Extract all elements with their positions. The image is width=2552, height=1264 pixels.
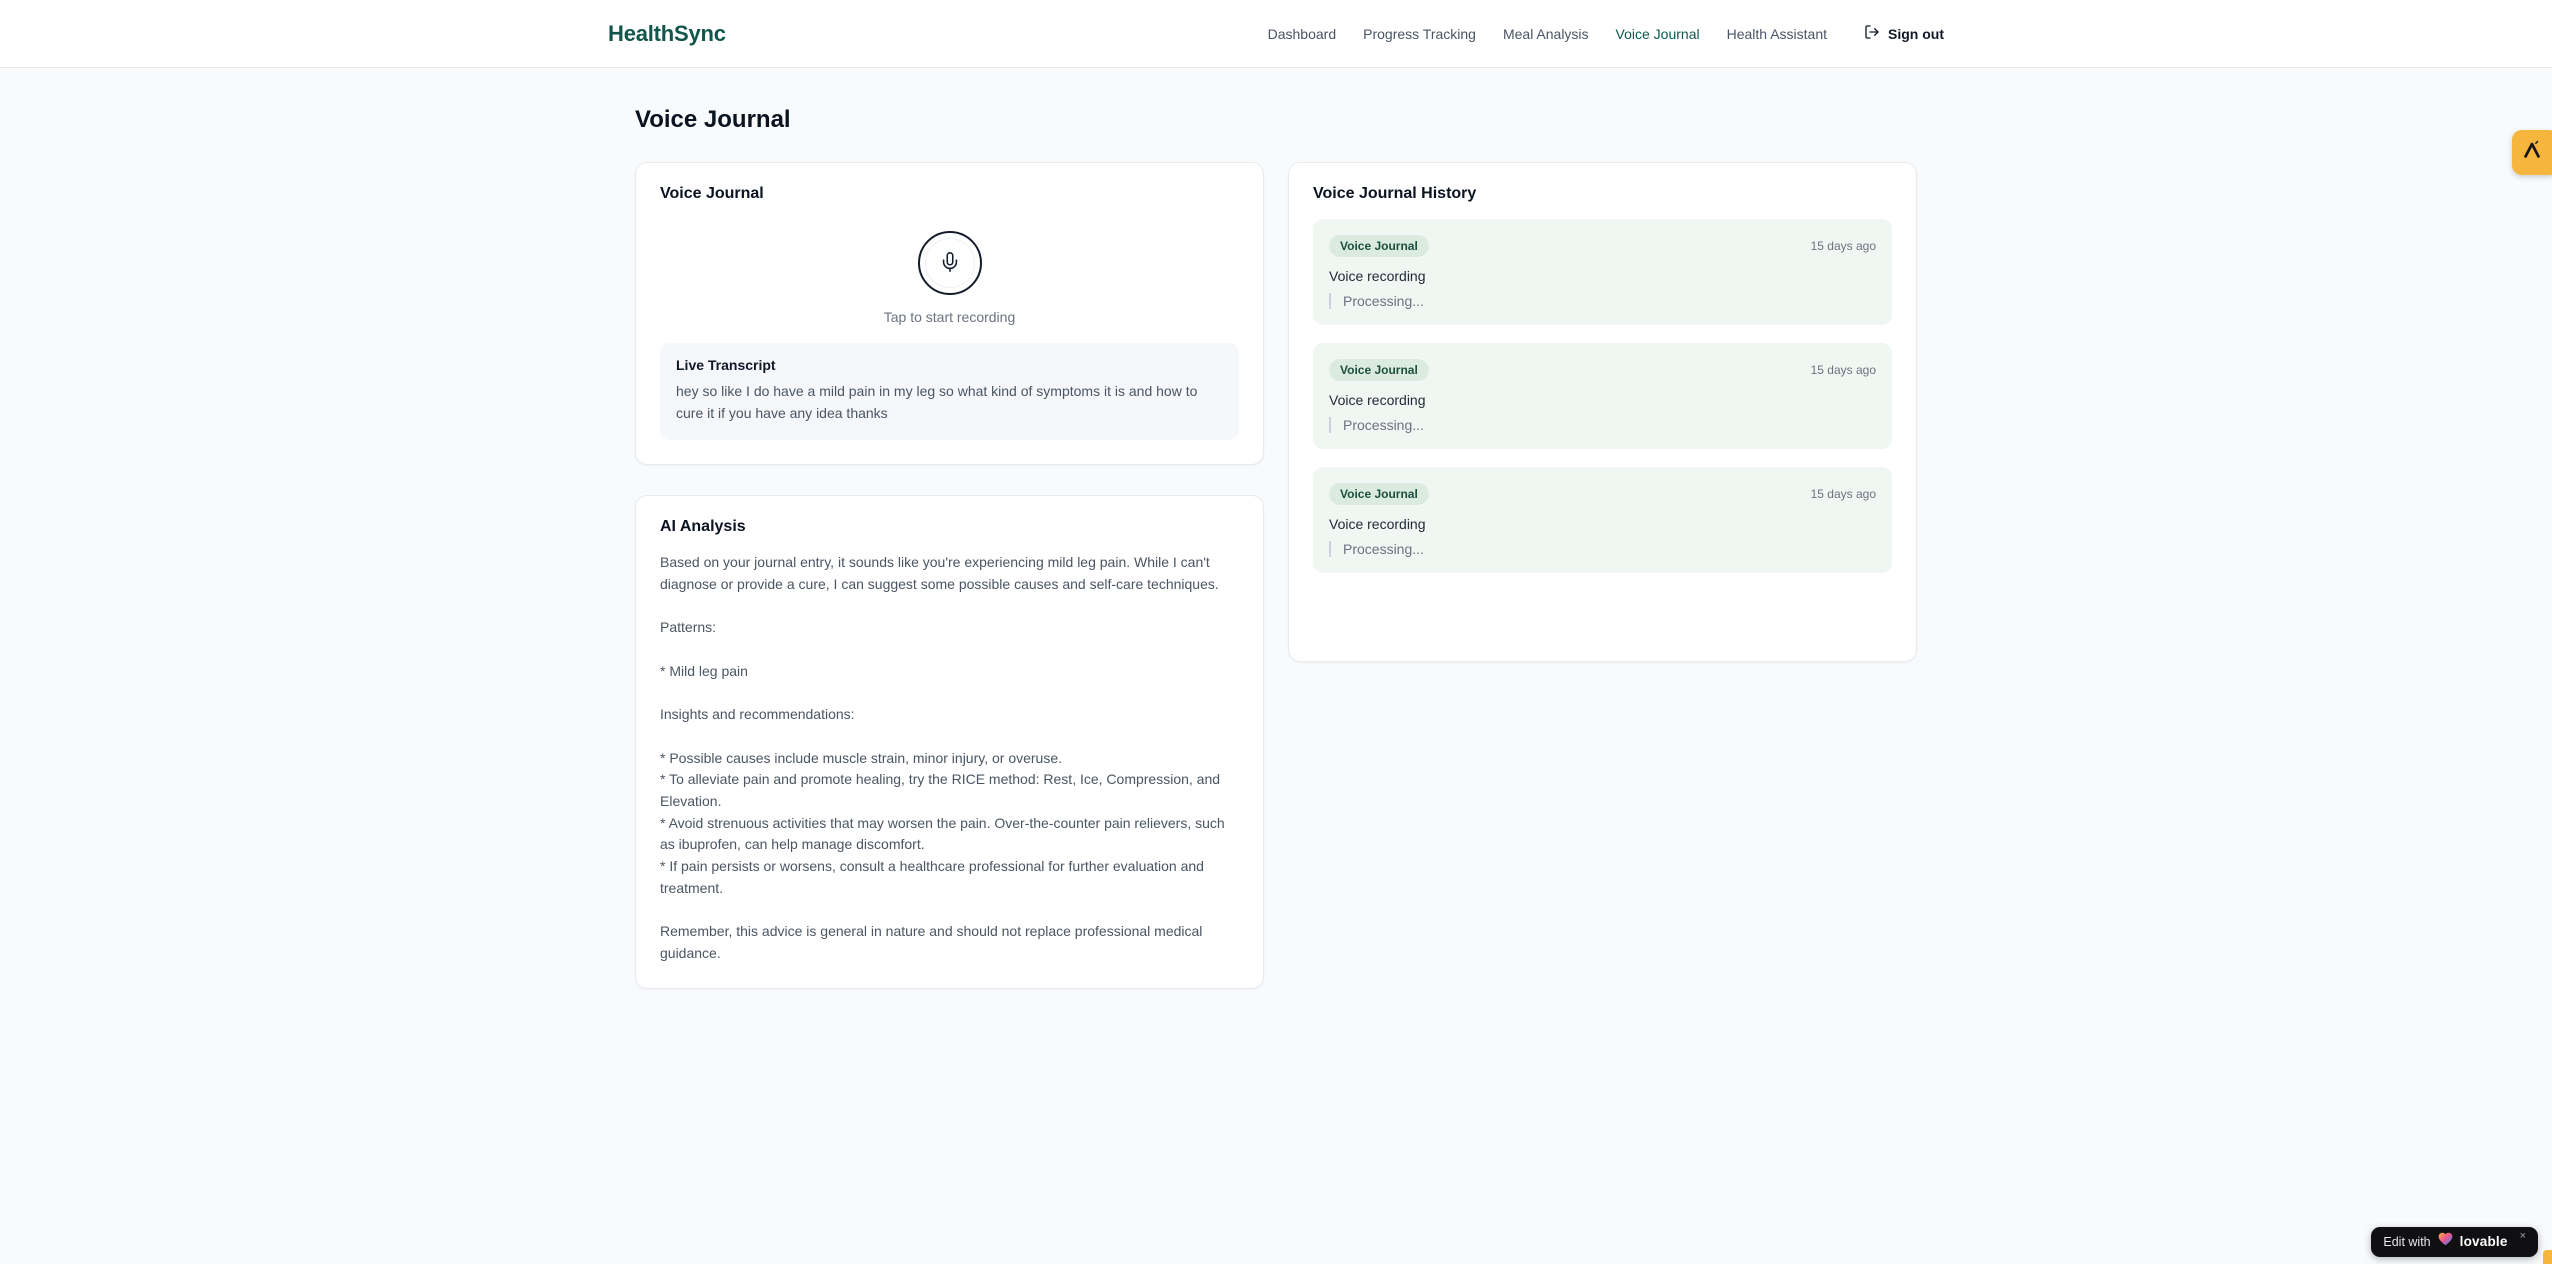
entry-status: Processing...: [1329, 541, 1876, 557]
brand-logo[interactable]: HealthSync: [608, 21, 726, 47]
record-button[interactable]: [917, 231, 982, 295]
nav-voice-journal[interactable]: Voice Journal: [1616, 26, 1700, 42]
entry-type-badge: Voice Journal: [1329, 359, 1429, 381]
edit-with-label: Edit with: [2383, 1234, 2431, 1249]
entry-type-badge: Voice Journal: [1329, 483, 1429, 505]
main-nav: Dashboard Progress Tracking Meal Analysi…: [1268, 24, 1944, 43]
lovable-badge-icon: [2521, 139, 2550, 166]
history-entry[interactable]: Voice Journal 15 days ago Voice recordin…: [1313, 219, 1892, 325]
voice-journal-card-title: Voice Journal: [660, 185, 764, 202]
entry-timestamp: 15 days ago: [1810, 363, 1876, 377]
page-title: Voice Journal: [635, 106, 791, 133]
ai-analysis-card-title: AI Analysis: [660, 518, 746, 536]
live-transcript-text: hey so like I do have a mild pain in my …: [676, 383, 1198, 421]
live-transcript-box: Live Transcript hey so like I do have a …: [660, 343, 1239, 441]
nav-health-assistant[interactable]: Health Assistant: [1727, 26, 1827, 42]
entry-status: Processing...: [1329, 293, 1876, 309]
lovable-edit-badge[interactable]: Edit with lovable ×: [2371, 1227, 2538, 1257]
close-icon[interactable]: ×: [2520, 1230, 2526, 1242]
log-out-icon: [1864, 24, 1880, 43]
nav-dashboard[interactable]: Dashboard: [1268, 26, 1337, 42]
top-nav: HealthSync Dashboard Progress Tracking M…: [0, 0, 2552, 68]
sign-out-label: Sign out: [1888, 25, 1944, 42]
mic-icon: [939, 251, 961, 276]
lovable-side-badge[interactable]: [2512, 130, 2552, 175]
history-card-title: Voice Journal History: [1313, 185, 1477, 202]
lovable-brand-label: lovable: [2459, 1234, 2508, 1249]
corner-fragment: [2543, 1250, 2552, 1264]
history-entry[interactable]: Voice Journal 15 days ago Voice recordin…: [1313, 467, 1892, 573]
voice-journal-history-card: Voice Journal History Voice Journal 15 d…: [1288, 162, 1917, 662]
live-transcript-title: Live Transcript: [676, 357, 776, 373]
entry-title: Voice recording: [1329, 516, 1426, 532]
history-entry[interactable]: Voice Journal 15 days ago Voice recordin…: [1313, 343, 1892, 449]
entry-status: Processing...: [1329, 417, 1876, 433]
entry-title: Voice recording: [1329, 268, 1426, 284]
record-hint: Tap to start recording: [883, 309, 1016, 325]
nav-progress-tracking[interactable]: Progress Tracking: [1363, 26, 1476, 42]
entry-timestamp: 15 days ago: [1810, 239, 1876, 253]
main-content: Voice Journal Voice Journal Tap to start…: [635, 68, 1917, 990]
entry-type-badge: Voice Journal: [1329, 235, 1429, 257]
nav-meal-analysis[interactable]: Meal Analysis: [1503, 26, 1589, 42]
entry-timestamp: 15 days ago: [1810, 487, 1876, 501]
sign-out-button[interactable]: Sign out: [1864, 24, 1944, 43]
heart-icon: [2438, 1232, 2453, 1251]
entry-title: Voice recording: [1329, 392, 1426, 408]
ai-analysis-card: AI Analysis Based on your journal entry,…: [635, 495, 1264, 990]
ai-analysis-text: Based on your journal entry, it sounds l…: [660, 554, 1225, 961]
voice-journal-card: Voice Journal Tap to start recording Liv…: [635, 162, 1264, 466]
